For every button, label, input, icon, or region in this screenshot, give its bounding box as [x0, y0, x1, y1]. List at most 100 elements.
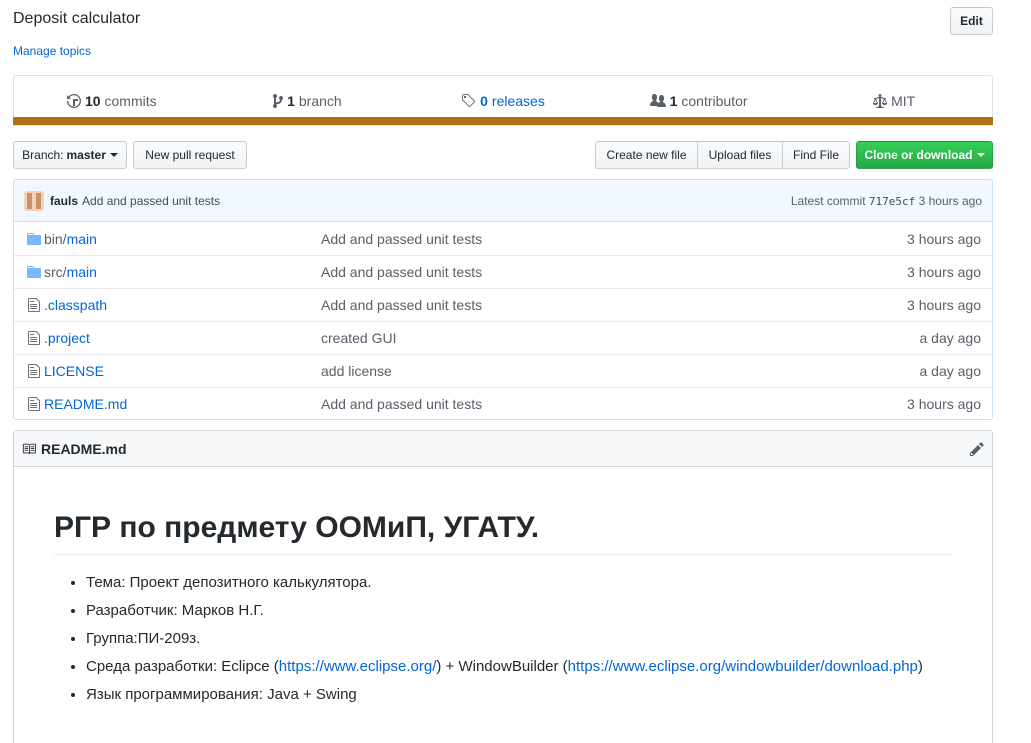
file-age: a day ago [919, 363, 982, 379]
branch-icon [273, 93, 284, 108]
readme-filename: README.md [41, 440, 127, 457]
clone-label: Clone or download [864, 148, 973, 162]
file-browser: fauls Add and passed unit tests Latest c… [13, 179, 993, 420]
eclipse-link[interactable]: https://www.eclipse.org/ [279, 658, 437, 675]
contributor-count: 1 [669, 92, 678, 109]
readme-heading: РГР по предмету ООМиП, УГАТУ. [54, 511, 952, 555]
file-commit-message-link[interactable]: created GUI [321, 330, 872, 346]
commits-link[interactable]: 10 commits [14, 93, 210, 109]
releases-label: releases [491, 92, 545, 109]
commit-message-link[interactable]: Add and passed unit tests [82, 194, 220, 208]
env-middle: ) + WindowBuilder ( [436, 658, 568, 675]
tag-icon [462, 93, 476, 107]
table-row: LICENSE add license a day ago [14, 354, 992, 387]
license-link[interactable]: MIT [796, 93, 992, 109]
file-name: main [66, 230, 97, 247]
commit-age: 3 hours ago [918, 193, 982, 208]
folder-icon [14, 231, 44, 247]
commits-label: commits [104, 92, 157, 109]
new-pull-request-button[interactable]: New pull request [133, 141, 247, 169]
list-item: Язык программирования: Java + Swing [86, 683, 952, 707]
clone-or-download-button[interactable]: Clone or download [856, 141, 993, 169]
commit-author-link[interactable]: fauls [50, 194, 78, 208]
file-name-link[interactable]: .classpath [44, 297, 321, 313]
readme-box: README.md РГР по предмету ООМиП, УГАТУ. … [13, 430, 993, 743]
language-bar[interactable] [13, 117, 993, 125]
list-item: Среда разработки: Eclipce (https://www.e… [86, 655, 952, 679]
file-commit-message-link[interactable]: add license [321, 363, 872, 379]
avatar[interactable] [24, 190, 44, 211]
file-name: main [66, 264, 97, 280]
find-file-button[interactable]: Find File [782, 141, 850, 169]
file-name: LICENSE [44, 363, 104, 379]
people-icon [649, 93, 666, 107]
file-age: 3 hours ago [907, 297, 981, 313]
branch-count: 1 [287, 92, 295, 109]
commits-count: 10 [84, 92, 101, 109]
file-commit-message-link[interactable]: Add and passed unit tests [321, 264, 872, 280]
env-prefix: Среда разработки: Eclipce ( [86, 658, 279, 675]
file-icon [14, 363, 44, 379]
branch-prefix: Branch: [22, 148, 64, 162]
repo-description: Deposit calculator [13, 10, 141, 27]
readme-list: Тема: Проект депозитного калькулятора. Р… [54, 571, 952, 707]
contributors-link[interactable]: 1 contributor [601, 93, 797, 109]
readme-content: РГР по предмету ООМиП, УГАТУ. Тема: Прое… [14, 467, 992, 707]
file-name: README.md [44, 396, 128, 412]
branch-select-button[interactable]: Branch: master [13, 141, 127, 169]
contributor-label: contributor [681, 92, 748, 109]
readme-header: README.md [14, 431, 992, 467]
edit-button[interactable]: Edit [950, 7, 993, 35]
file-path-prefix: src/ [44, 264, 67, 280]
manage-topics-link[interactable]: Manage topics [13, 44, 91, 58]
file-commit-message-link[interactable]: Add and passed unit tests [321, 396, 872, 412]
list-item: Группа:ПИ-209з. [86, 627, 952, 651]
caret-down-icon [109, 153, 118, 157]
latest-commit-bar: fauls Add and passed unit tests Latest c… [14, 180, 992, 222]
caret-down-icon [976, 153, 985, 157]
table-row: bin/main Add and passed unit tests 3 hours… [14, 222, 992, 255]
file-name-link[interactable]: .project [44, 330, 321, 346]
branch-label: branch [298, 92, 342, 109]
file-list: bin/main Add and passed unit tests 3 hours… [14, 222, 992, 419]
latest-commit-info: Latest commit 717e5cf 3 hours ago [791, 194, 982, 208]
table-row: .classpath Add and passed unit tests 3 hou… [14, 288, 992, 321]
file-age: 3 hours ago [907, 264, 981, 280]
file-commit-message-link[interactable]: Add and passed unit tests [321, 297, 872, 313]
branches-link[interactable]: 1 branch [210, 93, 406, 109]
pencil-icon[interactable] [970, 441, 984, 457]
env-suffix: ) [917, 658, 923, 675]
file-name: .classpath [44, 297, 108, 313]
table-row: README.md Add and passed unit tests 3 hour… [14, 387, 992, 419]
file-commit-message-link[interactable]: Add and passed unit tests [321, 231, 872, 247]
folder-icon [14, 264, 44, 280]
file-name-link[interactable]: bin/main [44, 231, 321, 247]
file-icon [14, 297, 44, 313]
file-path-prefix: bin/ [44, 230, 67, 247]
list-item: Тема: Проект депозитного калькулятора. [86, 571, 952, 595]
file-icon [14, 396, 44, 412]
table-row: .project created GUI a day ago [14, 321, 992, 354]
upload-files-button[interactable]: Upload files [697, 141, 783, 169]
file-age: 3 hours ago [907, 396, 981, 412]
book-icon [22, 443, 36, 454]
file-age: a day ago [919, 330, 982, 346]
windowbuilder-link[interactable]: https://www.eclipse.org/windowbuilder/do… [568, 658, 918, 675]
list-item: Разработчик: Марков Н.Г. [86, 599, 952, 623]
law-icon [873, 93, 888, 108]
branch-name: master [66, 148, 106, 162]
file-age: 3 hours ago [907, 230, 981, 247]
history-icon [66, 93, 81, 108]
releases-link[interactable]: 0 releases [405, 93, 601, 109]
file-icon [14, 330, 44, 346]
latest-commit-label: Latest commit [790, 193, 866, 208]
file-name-link[interactable]: README.md [44, 396, 321, 412]
commit-sha-link[interactable]: 717e5cf [869, 195, 915, 208]
file-name: .project [44, 330, 90, 346]
file-name-link[interactable]: LICENSE [44, 363, 321, 379]
file-name-link[interactable]: src/main [44, 264, 321, 280]
releases-count: 0 [480, 92, 488, 109]
table-row: src/main Add and passed unit tests 3 hours… [14, 255, 992, 288]
license-name: MIT [891, 92, 916, 109]
create-new-file-button[interactable]: Create new file [595, 141, 698, 169]
